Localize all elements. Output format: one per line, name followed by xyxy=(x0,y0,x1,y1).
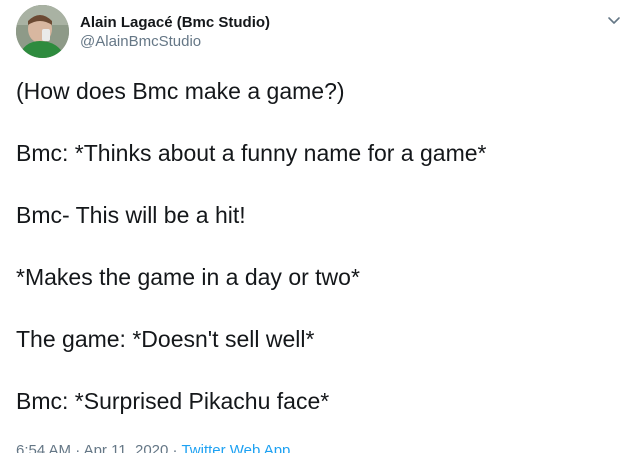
handle[interactable]: @AlainBmcStudio xyxy=(80,32,270,52)
tweet-line: (How does Bmc make a game?) xyxy=(16,78,345,104)
tweet-date[interactable]: Apr 11, 2020 xyxy=(84,442,169,453)
user-names: Alain Lagacé (Bmc Studio) @AlainBmcStudi… xyxy=(80,13,270,52)
tweet-source[interactable]: Twitter Web App xyxy=(181,442,290,453)
tweet-line: The game: *Doesn't sell well* xyxy=(16,326,315,352)
tweet-line: Bmc: *Thinks about a funny name for a ga… xyxy=(16,140,487,166)
meta-separator: · xyxy=(172,442,178,453)
chevron-down-icon-glyph xyxy=(608,17,620,24)
tweet-line: Bmc- This will be a hit! xyxy=(16,202,246,228)
display-name[interactable]: Alain Lagacé (Bmc Studio) xyxy=(80,13,270,32)
tweet-time[interactable]: 6:54 AM xyxy=(16,442,71,453)
tweet-card: Alain Lagacé (Bmc Studio) @AlainBmcStudi… xyxy=(0,0,640,453)
avatar-photo xyxy=(16,5,69,58)
tweet-header: Alain Lagacé (Bmc Studio) @AlainBmcStudi… xyxy=(16,5,624,61)
meta-separator: · xyxy=(75,442,81,453)
tweet-text: (How does Bmc make a game?) Bmc: *Thinks… xyxy=(16,76,624,448)
chevron-down-icon[interactable] xyxy=(604,13,624,29)
tweet-line: Bmc: *Surprised Pikachu face* xyxy=(16,388,330,414)
tweet-line: *Makes the game in a day or two* xyxy=(16,264,360,290)
avatar[interactable] xyxy=(16,5,69,58)
tweet-meta: 6:54 AM · Apr 11, 2020 · Twitter Web App xyxy=(16,441,290,453)
